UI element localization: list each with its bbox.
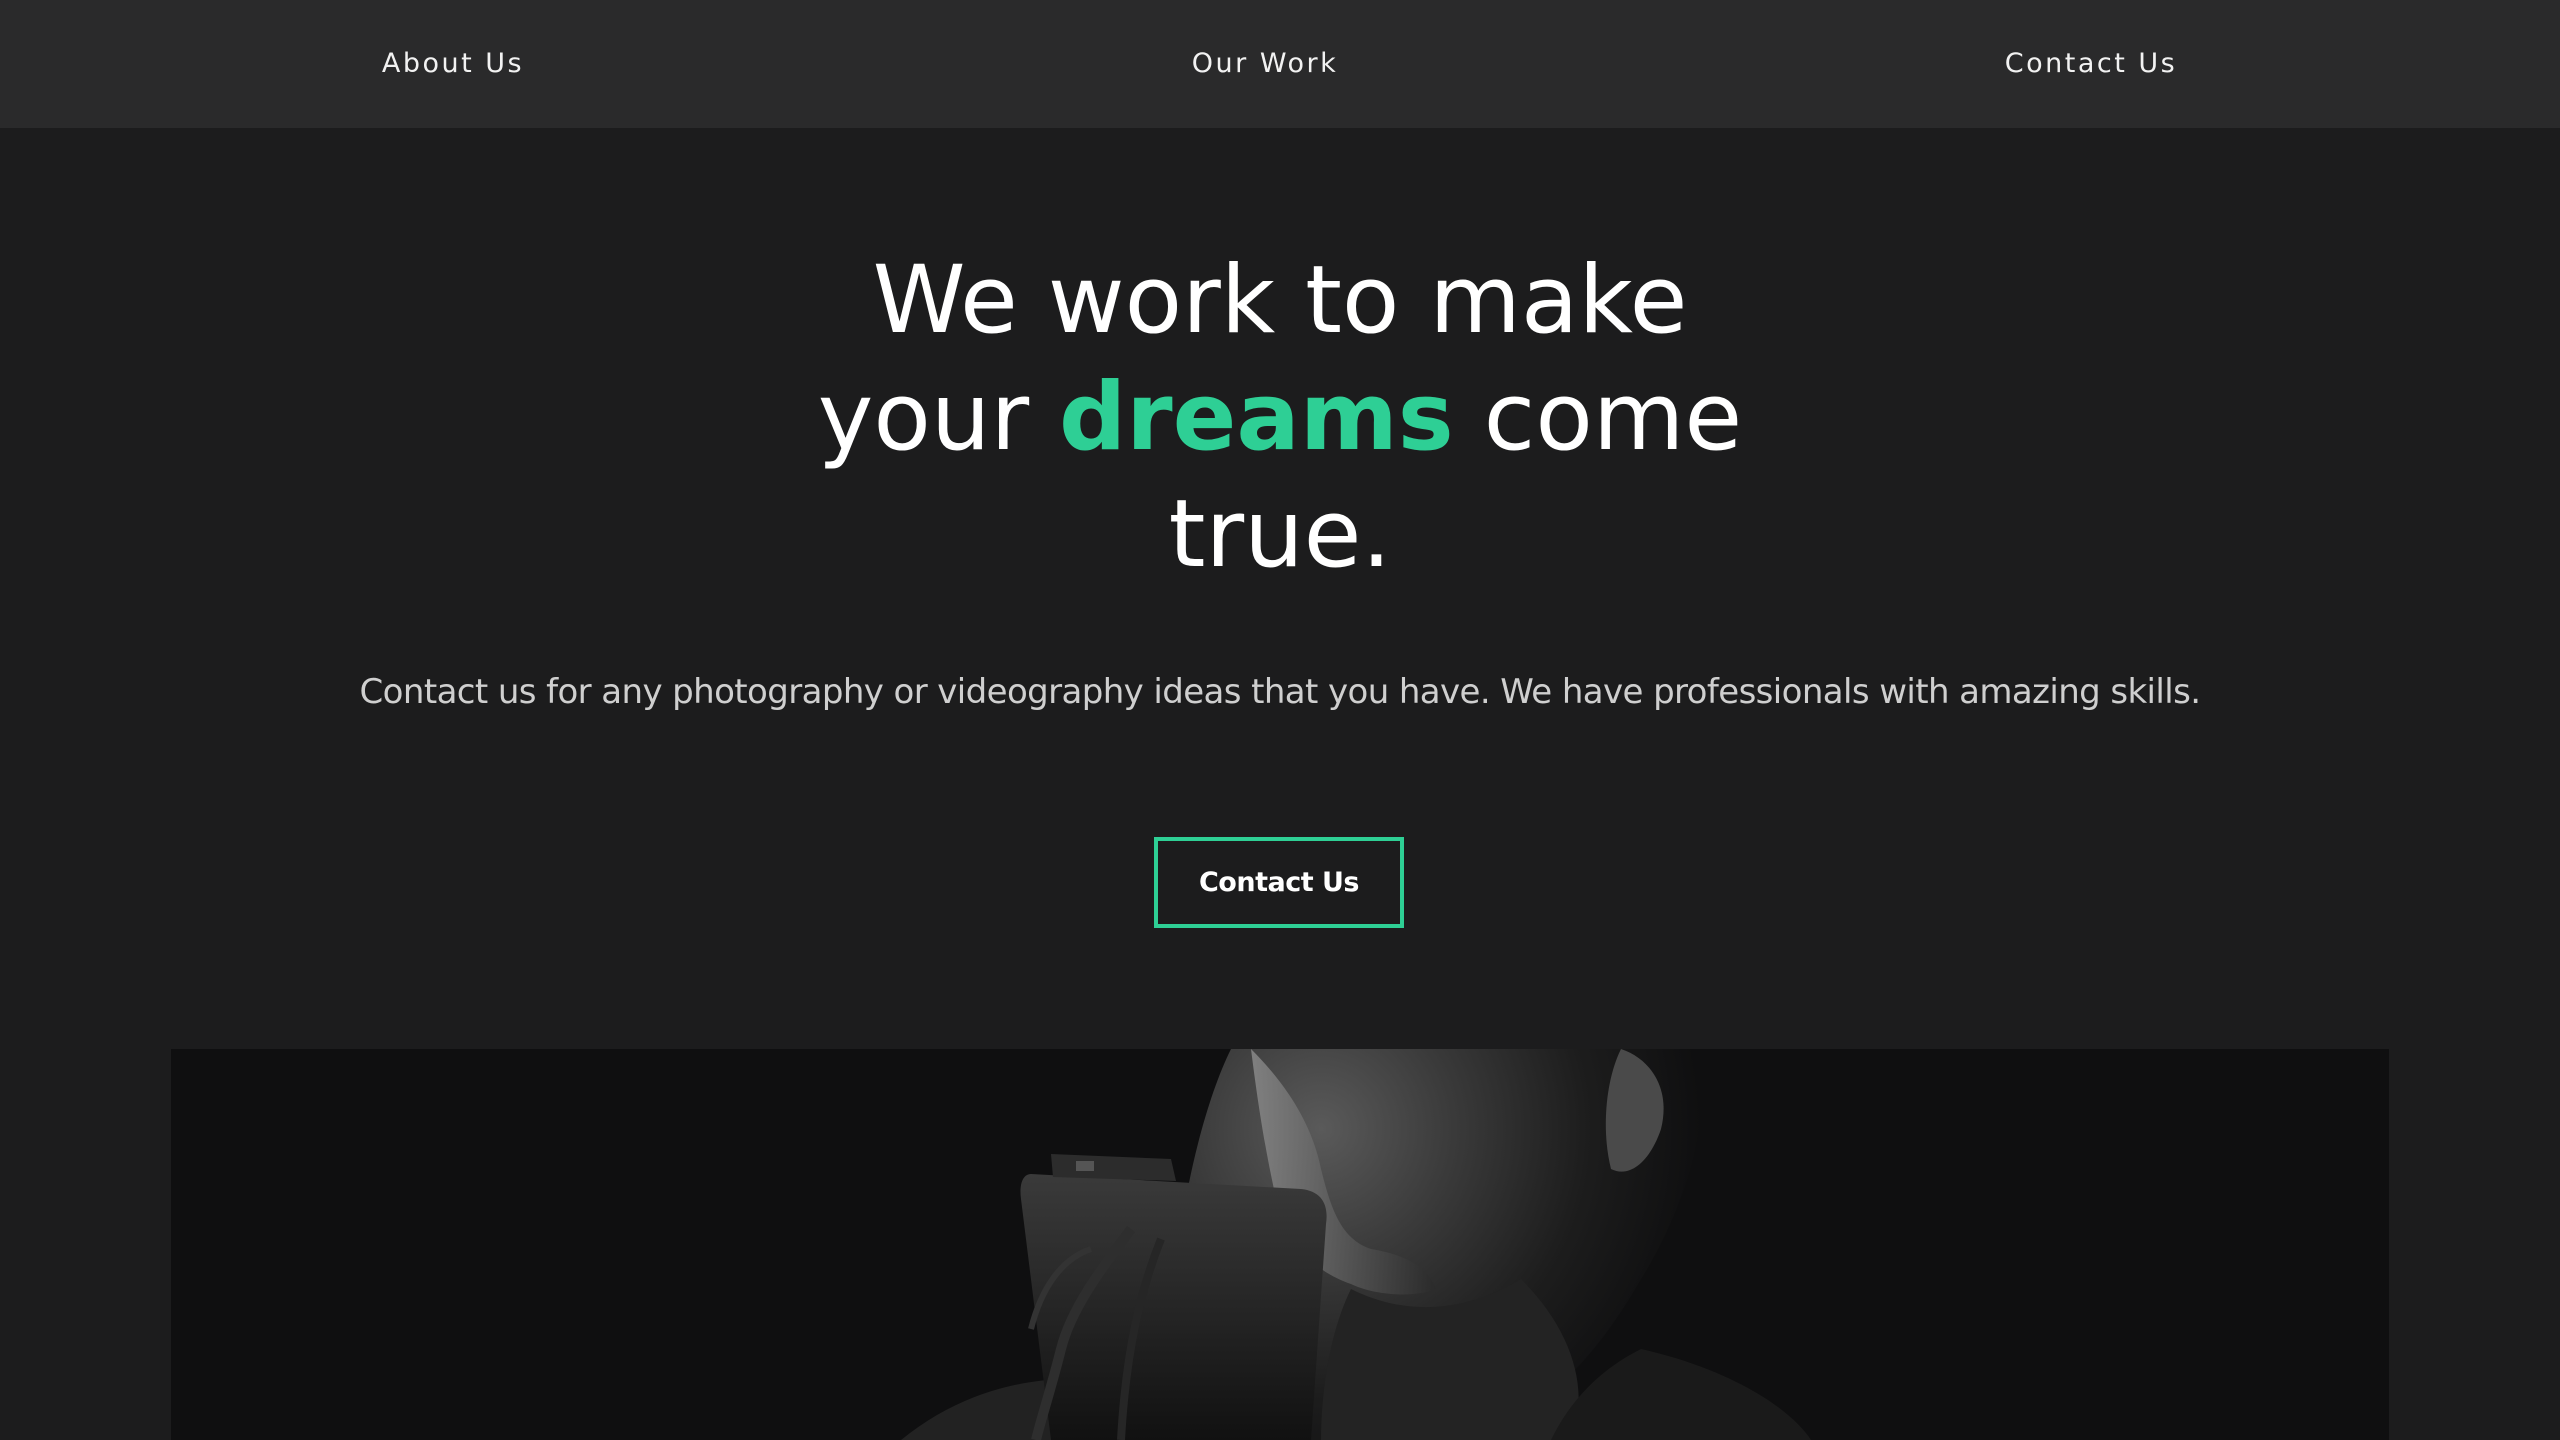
- headline-accent-word: dreams: [1059, 363, 1454, 472]
- top-navbar: About Us Our Work Contact Us: [0, 0, 2560, 128]
- hero-subtitle: Contact us for any photography or videog…: [359, 672, 2201, 712]
- hero-headline: We work to make your dreams come true.: [780, 242, 1780, 593]
- nav-link-our-work[interactable]: Our Work: [1192, 0, 1338, 128]
- nav-link-about-us[interactable]: About Us: [382, 0, 524, 128]
- videographer-photo-illustration: [901, 1049, 1811, 1440]
- nav-link-contact-us[interactable]: Contact Us: [2005, 0, 2177, 128]
- contact-us-button[interactable]: Contact Us: [1154, 837, 1404, 928]
- hero-photo-videographer: [171, 1049, 2389, 1440]
